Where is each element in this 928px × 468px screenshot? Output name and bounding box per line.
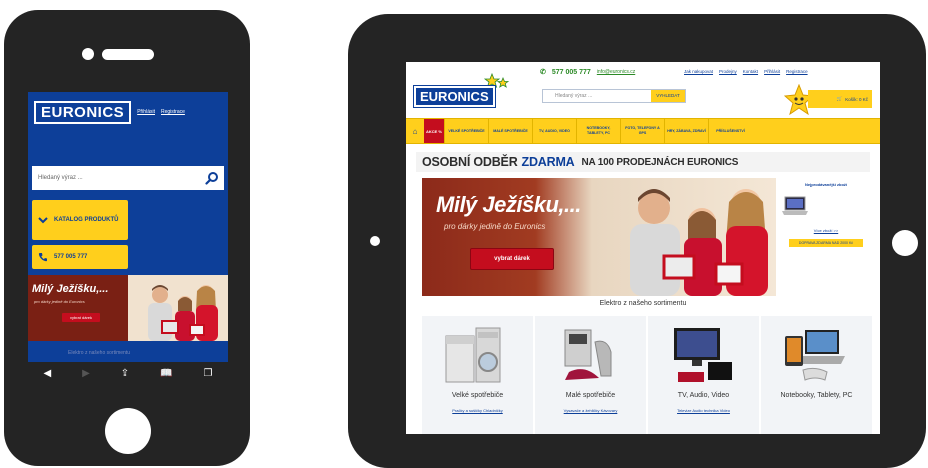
login-link[interactable]: Přihlásit — [764, 69, 780, 74]
chevron-down-icon — [38, 217, 48, 224]
tablet-device: EURONICS ✆ 577 005 777 info@euronics.cz … — [348, 14, 926, 468]
family-photo — [630, 189, 768, 296]
tv-icon — [674, 328, 732, 382]
mobile-header: EURONICS Přihlásit Registrace — [28, 92, 228, 132]
laptop-icon[interactable] — [780, 195, 810, 217]
top-links: Jak nakupovat Prodejny Kontakt Přihlásit… — [684, 69, 808, 74]
call-button-label: 577 005 777 — [54, 254, 88, 260]
range-title: Elektro z našeho sortimentu — [599, 300, 687, 307]
coffee-machine-icon — [564, 329, 612, 380]
home-icon[interactable]: ⌂ — [406, 119, 424, 143]
register-link[interactable]: Registrace — [786, 69, 808, 74]
christmas-hero-banner[interactable]: Milý Ježíšku,... pro dárky jedině do Eur… — [422, 178, 776, 296]
catalog-button-label: KATALOG PRODUKTŮ — [54, 217, 119, 223]
nav-item-accessories[interactable]: PŘÍSLUŠENSTVÍ — [708, 119, 752, 143]
search-button[interactable] — [200, 166, 224, 190]
cart-icon: 🛒 — [836, 96, 843, 101]
nav-item-large-appliances[interactable]: VELKÉ SPOTŘEBIČE — [444, 119, 488, 143]
contact-link[interactable]: Kontakt — [743, 69, 758, 74]
search-icon — [205, 172, 218, 185]
nav-item-sale[interactable]: AKCE % — [424, 119, 444, 143]
nav-item-tv-audio-video[interactable]: TV, AUDIO, VIDEO — [532, 119, 576, 143]
banner-subtitle: pro dárky jedině do Euronics — [34, 299, 85, 304]
range-teaser: Elektro z našeho sortimentu — [68, 350, 130, 356]
front-camera — [370, 236, 380, 246]
family-photo — [148, 285, 218, 341]
category-sub-links[interactable]: Televize Audio technika Video — [648, 408, 759, 413]
phone-icon — [38, 253, 47, 262]
category-sub-links[interactable]: Vysavače a žehličky Kávovary — [535, 408, 646, 413]
free-pickup-banner[interactable]: OSOBNÍ ODBĚR ZDARMA NA 100 PRODEJNÁCH EU… — [416, 152, 870, 172]
tablet-screen: EURONICS ✆ 577 005 777 info@euronics.cz … — [406, 62, 880, 434]
main-navigation: ⌂ AKCE % VELKÉ SPOTŘEBIČE MALÉ SPOTŘEBIČ… — [406, 118, 880, 144]
euronics-logo[interactable]: EURONICS — [413, 85, 496, 108]
category-label: Malé spotřebiče — [565, 392, 616, 399]
phone-screen: EURONICS Přihlásit Registrace Hledaný vý… — [28, 92, 228, 362]
mobile-search-bar: Hledaný výraz ... — [32, 166, 224, 190]
hero-subtitle: pro dárky jedině do Euronics — [444, 222, 546, 231]
category-tile-small-appliances[interactable]: Malé spotřebiče Vysavače a žehličky Kávo… — [535, 316, 646, 434]
promo-rest: NA 100 PRODEJNÁCH EURONICS — [581, 156, 739, 168]
category-label: TV, Audio, Video — [677, 392, 730, 399]
washing-machine-icon — [445, 327, 501, 383]
front-camera — [82, 48, 94, 60]
earpiece-speaker — [102, 49, 154, 60]
site-header: EURONICS ✆ 577 005 777 info@euronics.cz … — [406, 62, 880, 118]
browser-toolbar: ◀ ▶ ⇪ 📖 ❐ — [28, 362, 228, 384]
mobile-account-links: Přihlásit Registrace — [137, 109, 185, 115]
promo-lead: OSOBNÍ ODBĚR — [422, 155, 518, 169]
category-label: Notebooky, Tablety, PC — [780, 392, 853, 399]
catalog-button[interactable]: KATALOG PRODUKTŮ — [32, 200, 128, 240]
choose-gift-button[interactable]: vybrat dárek — [62, 313, 100, 322]
euronics-logo[interactable]: EURONICS — [34, 100, 132, 124]
email-link[interactable]: info@euronics.cz — [597, 69, 635, 75]
search-input[interactable]: Hledaný výraz ... — [32, 175, 200, 181]
hotline-number: 577 005 777 — [551, 68, 591, 76]
register-link[interactable]: Registrace — [161, 109, 185, 115]
free-shipping-badge[interactable]: DOPRAVA ZDARMA NAD 2000 Kč — [789, 239, 863, 247]
category-tile-large-appliances[interactable]: Velké spotřebiče Pračky a sušičky Chladn… — [422, 316, 533, 434]
how-to-buy-link[interactable]: Jak nakupovat — [684, 69, 713, 74]
login-link[interactable]: Přihlásit — [137, 109, 155, 115]
search-bar: Hledaný výraz ... VYHLEDAT — [542, 89, 686, 103]
back-icon[interactable]: ◀ — [43, 368, 51, 379]
hotline: ✆ 577 005 777 info@euronics.cz — [540, 68, 635, 77]
share-icon[interactable]: ⇪ — [121, 368, 129, 379]
search-input[interactable]: Hledaný výraz ... — [543, 93, 651, 99]
category-sub-links[interactable]: Pračky a sušičky Chladničky — [422, 408, 533, 413]
smartphone-device: EURONICS Přihlásit Registrace Hledaný vý… — [4, 10, 250, 466]
home-button[interactable] — [892, 230, 918, 256]
bestseller-box: Nejprodávanější zboží Více zboží >> DOPR… — [780, 178, 872, 296]
nav-item-photo-phones[interactable]: FOTO, TELEFONY A GPS — [620, 119, 664, 143]
cart-button[interactable]: 🛒 Košík: 0 Kč — [808, 90, 872, 108]
phone-icon: ✆ — [540, 69, 546, 76]
choose-gift-button[interactable]: vybrat dárek — [470, 248, 554, 270]
call-button[interactable]: 577 005 777 — [32, 245, 128, 269]
bestseller-title: Nejprodávanější zboží — [804, 182, 847, 187]
notebook-tablet-icon — [785, 330, 845, 381]
search-button[interactable]: VYHLEDAT — [651, 90, 685, 102]
cart-total: Košík: 0 Kč — [845, 96, 868, 102]
promo-highlight: ZDARMA — [521, 155, 575, 169]
tabs-icon[interactable]: ❐ — [204, 368, 213, 379]
banner-title: Milý Ježíšku,... — [32, 283, 109, 295]
hero-title: Milý Ježíšku,... — [436, 192, 581, 217]
home-button[interactable] — [105, 408, 151, 454]
christmas-banner[interactable]: Milý Ježíšku,... pro dárky jedině do Eur… — [28, 275, 228, 341]
device-mockups: EURONICS Přihlásit Registrace Hledaný vý… — [0, 0, 928, 468]
category-tile-tv-audio-video[interactable]: TV, Audio, Video Televize Audio technika… — [648, 316, 759, 434]
forward-icon[interactable]: ▶ — [82, 368, 90, 379]
stores-link[interactable]: Prodejny — [719, 69, 737, 74]
nav-item-games[interactable]: HRY, ZÁBAVA, ZDRAVÍ — [664, 119, 708, 143]
category-label: Velké spotřebiče — [451, 392, 504, 399]
nav-item-small-appliances[interactable]: MALÉ SPOTŘEBIČE — [488, 119, 532, 143]
bookmarks-icon[interactable]: 📖 — [160, 368, 172, 379]
category-tile-notebooks[interactable]: Notebooky, Tablety, PC — [761, 316, 872, 434]
category-tiles: Velké spotřebiče Pračky a sušičky Chladn… — [422, 316, 872, 434]
nav-item-notebooks[interactable]: NOTEBOOKY, TABLETY, PC — [576, 119, 620, 143]
more-products-link[interactable]: Více zboží >> — [780, 228, 872, 233]
